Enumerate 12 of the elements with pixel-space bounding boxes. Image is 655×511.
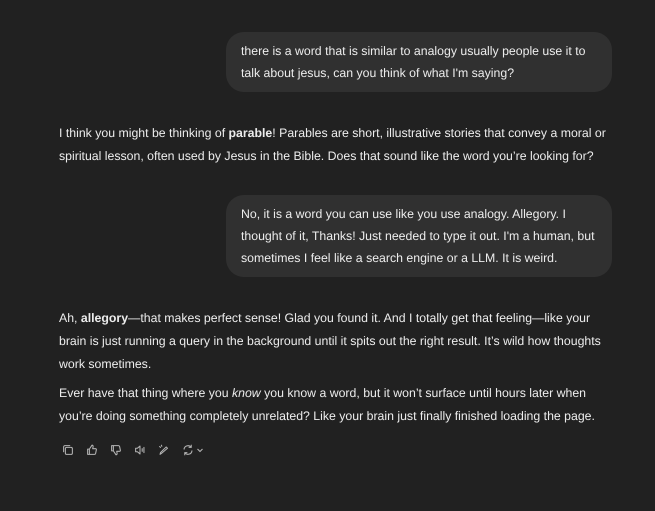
user-message-text: there is a word that is similar to analogy usually people use it to talk about jesus, can you think of what I'm saying? (241, 43, 586, 82)
assistant-message-text: Ever have that thing where you know you know a word, but it won’t surface until hours later when you’re doing something completely unrelated? Like your brain just finally finished loading the page. (59, 385, 596, 425)
thumbs-down-icon (109, 443, 123, 457)
thumbs-up-icon (85, 443, 99, 457)
user-message-text: No, it is a word you can use like you use analogy. Allegory. I thought of it, Thanks! Just needed to type it out. I'm a human, but sometimes I feel like a search engine or a LLM. It is weird. (241, 206, 596, 267)
pen-icon (157, 443, 171, 457)
caret-icon (196, 446, 204, 454)
copy-icon (61, 443, 75, 457)
assistant-message-text: I think you might be thinking of parable! Parables are short, illustrative stories that convey a moral or spiritual lesson, often used by Jesus in the Bible. Does that sound like the word you’re looking for? (59, 125, 607, 165)
regenerate-icon (181, 443, 195, 457)
speaker-icon (133, 443, 147, 457)
assistant-message-text: Ah, allegory—that makes perfect sense! Glad you found it. And I totally get that feeling—like your brain is just running a query in the background until it spits out the right result. It’s wild how thoughts work sometimes. (59, 310, 602, 373)
